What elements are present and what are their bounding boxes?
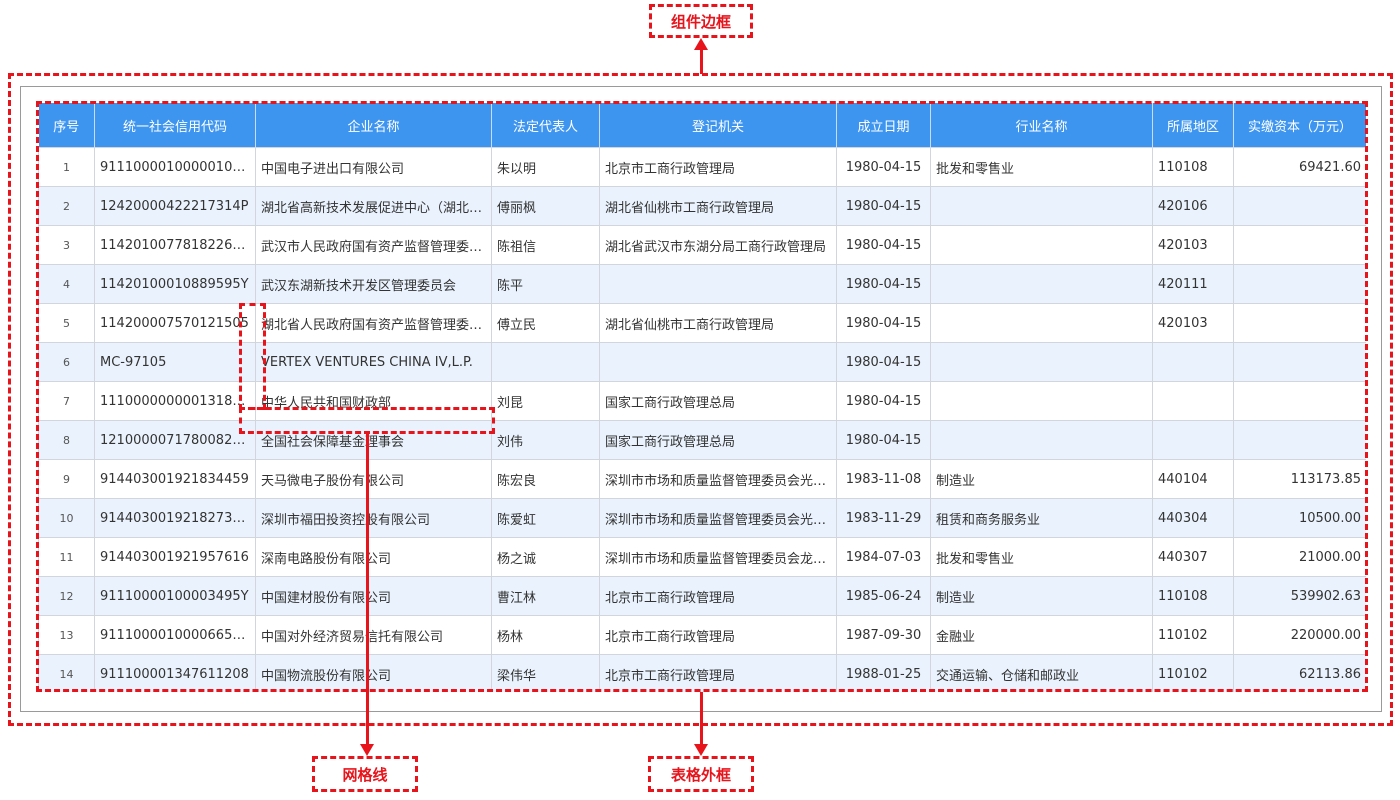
- grid-line-label: 网格线: [312, 756, 418, 792]
- component-border-arrow-icon: [694, 38, 708, 50]
- grid-line-highlight-vertical: [239, 303, 266, 410]
- table-border-outline: [36, 101, 1368, 692]
- table-border-arrow-icon: [694, 744, 708, 756]
- component-border-label: 组件边框: [649, 4, 753, 38]
- component-border-connector: [700, 50, 703, 74]
- grid-line-connector: [366, 434, 369, 746]
- table-border-label: 表格外框: [648, 756, 754, 792]
- grid-line-arrow-icon: [360, 744, 374, 756]
- grid-line-highlight-horizontal: [239, 407, 495, 434]
- table-border-connector: [700, 692, 703, 746]
